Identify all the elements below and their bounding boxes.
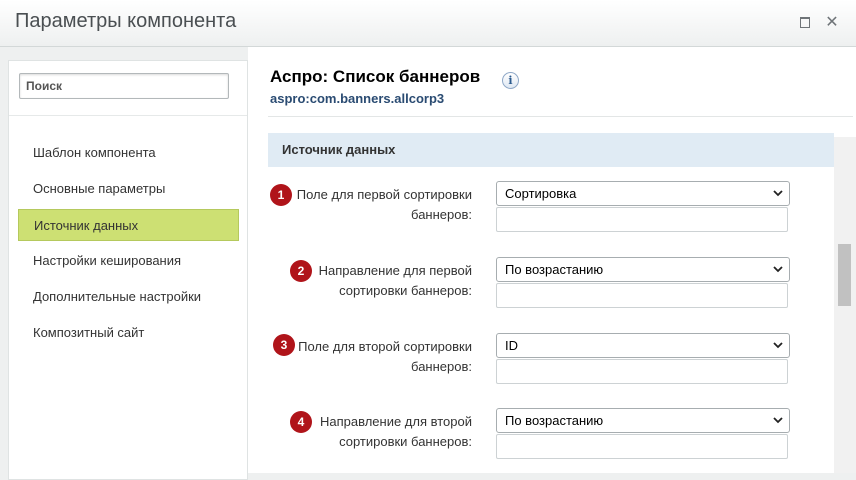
field-label-line: Поле для второй сортировки [298,339,472,354]
select-value: По возрастанию [505,413,604,428]
field-label: Поле для второй сортировки баннеров: [272,337,472,377]
select-value: Сортировка [505,186,577,201]
sort-field-2-select[interactable]: ID [496,333,790,358]
chevron-down-icon [773,190,783,197]
sidebar-item-data-source[interactable]: Источник данных [18,209,239,241]
sidebar-divider [9,115,247,116]
search-input[interactable] [19,73,229,99]
component-code: aspro:com.banners.allcorp3 [270,91,445,106]
maximize-box [800,16,810,28]
select-value: По возрастанию [505,262,604,277]
field-label-line: сортировки баннеров: [339,283,472,298]
sort-order-1-select[interactable]: По возрастанию [496,257,790,282]
sidebar-item-composite-site[interactable]: Композитный сайт [18,317,239,349]
scrollbar-thumb[interactable] [838,244,851,306]
sidebar-item-additional-settings[interactable]: Дополнительные настройки [18,281,239,313]
window-title: Параметры компонента [15,10,237,32]
field-label: Направление для второй сортировки баннер… [272,412,472,452]
window-titlebar: Параметры компонента ✕ [0,0,856,47]
sort-order-2-extra-input[interactable] [496,434,788,459]
select-value: ID [505,338,518,353]
field-label-line: Поле для первой сортировки [296,187,472,202]
field-label: Поле для первой сортировки баннеров: [272,185,472,225]
maximize-icon[interactable] [797,14,813,30]
scrollbar[interactable] [834,137,856,473]
sidebar: Шаблон компонента Основные параметры Ист… [8,60,248,480]
sidebar-item-cache-settings[interactable]: Настройки кеширования [18,245,239,277]
sort-order-1-extra-input[interactable] [496,283,788,308]
main-content: Аспро: Список баннеров i aspro:com.banne… [248,47,856,473]
chevron-down-icon [773,266,783,273]
sidebar-item-basic-params[interactable]: Основные параметры [18,173,239,205]
sort-field-2-extra-input[interactable] [496,359,788,384]
close-icon[interactable]: ✕ [824,14,840,31]
field-label-line: сортировки баннеров: [339,434,472,449]
field-label-line: Направление для первой [318,263,472,278]
sort-field-1-extra-input[interactable] [496,207,788,232]
sidebar-item-template[interactable]: Шаблон компонента [18,137,239,169]
field-label-line: баннеров: [411,359,472,374]
sort-order-2-select[interactable]: По возрастанию [496,408,790,433]
sort-field-1-select[interactable]: Сортировка [496,181,790,206]
info-icon[interactable]: i [502,72,519,89]
field-label-line: Направление для второй [319,414,472,429]
section-title: Источник данных [282,142,396,157]
field-label: Направление для первой сортировки баннер… [272,261,472,301]
section-header[interactable]: Источник данных [268,133,834,167]
field-label-line: баннеров: [411,207,472,222]
content-divider [268,116,853,117]
chevron-down-icon [773,417,783,424]
component-title: Аспро: Список баннеров [270,67,481,86]
sidebar-nav: Шаблон компонента Основные параметры Ист… [9,137,247,353]
chevron-down-icon [773,342,783,349]
